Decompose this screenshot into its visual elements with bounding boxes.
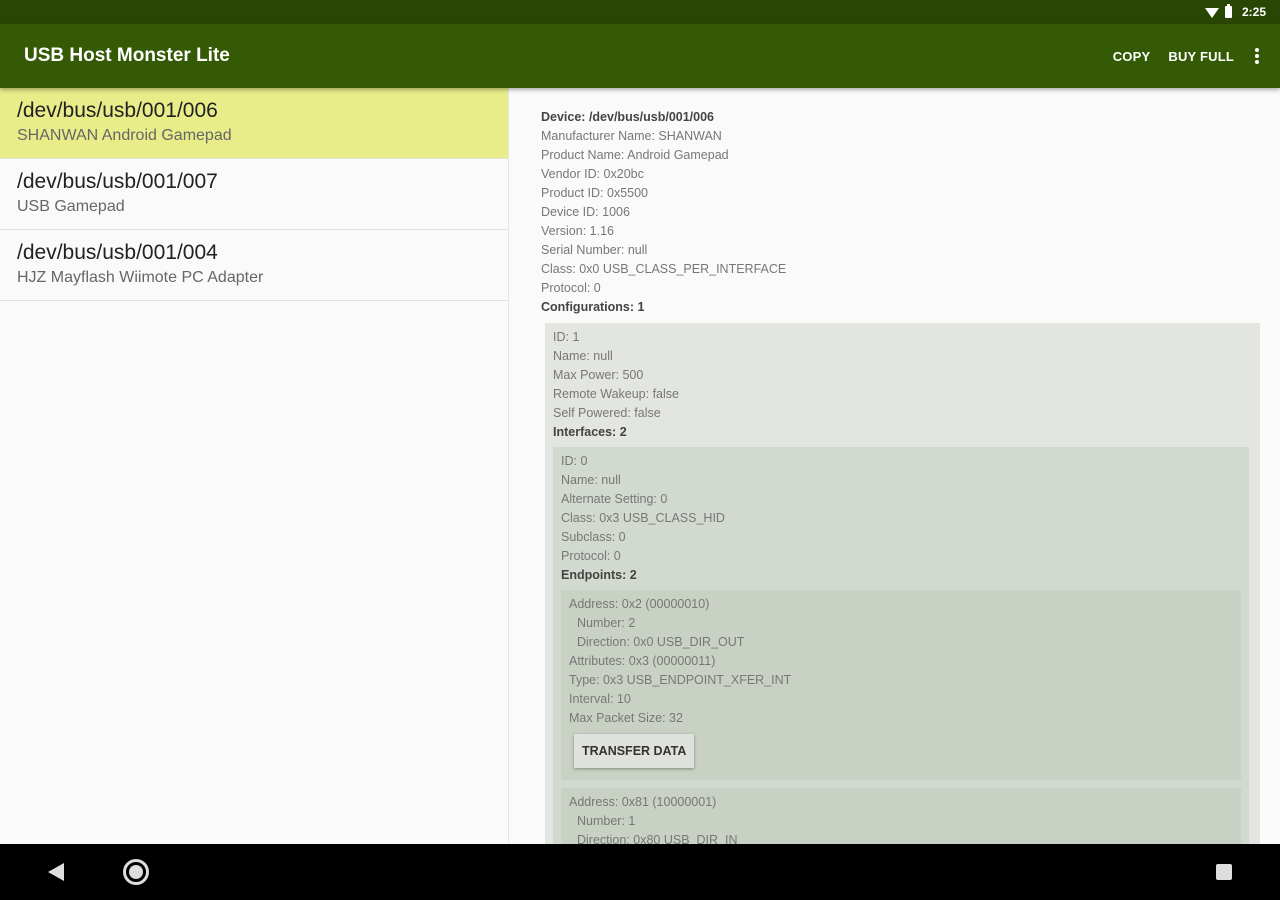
app-root: 2:25 USB Host Monster Lite COPY BUY FULL… xyxy=(0,0,1280,900)
device-name: HJZ Mayflash Wiimote PC Adapter xyxy=(17,269,264,286)
config-name: Name: null xyxy=(553,349,613,363)
detail-configurations: Configurations: 1 xyxy=(541,300,645,314)
ep-max-packet-size: Max Packet Size: 32 xyxy=(569,711,683,725)
ep-number: Number: 1 xyxy=(577,814,636,828)
iface-name: Name: null xyxy=(561,473,621,487)
detail-device-id: Device ID: 1006 xyxy=(541,205,630,219)
ep-attributes: Attributes: 0x3 (00000011) xyxy=(569,654,716,668)
detail-product-id: Product ID: 0x5500 xyxy=(541,186,649,200)
transfer-data-button[interactable]: TRANSFER DATA xyxy=(574,734,695,768)
detail-class: Class: 0x0 USB_CLASS_PER_INTERFACE xyxy=(541,262,787,276)
app-toolbar: USB Host Monster Lite COPY BUY FULL xyxy=(0,24,1280,88)
buy-full-button[interactable]: BUY FULL xyxy=(1168,49,1234,64)
device-list: /dev/bus/usb/001/006 SHANWAN Android Gam… xyxy=(0,88,509,844)
status-clock: 2:25 xyxy=(1241,5,1266,19)
iface-alternate-setting: Alternate Setting: 0 xyxy=(561,492,668,506)
device-list-item[interactable]: /dev/bus/usb/001/007 USB Gamepad xyxy=(0,159,508,230)
app-title: USB Host Monster Lite xyxy=(24,45,230,66)
detail-version: Version: 1.16 xyxy=(541,224,614,238)
ep-type: Type: 0x3 USB_ENDPOINT_XFER_INT xyxy=(569,673,792,687)
config-interfaces: Interfaces: 2 xyxy=(553,425,627,439)
detail-manufacturer: Manufacturer Name: SHANWAN xyxy=(541,129,722,143)
ep-direction: Direction: 0x0 USB_DIR_OUT xyxy=(577,635,745,649)
ep-address: Address: 0x81 (10000001) xyxy=(569,795,717,809)
device-name: SHANWAN Android Gamepad xyxy=(17,127,232,144)
status-bar: 2:25 xyxy=(0,0,1280,24)
device-list-item[interactable]: /dev/bus/usb/001/004 HJZ Mayflash Wiimot… xyxy=(0,230,508,301)
device-details-panel[interactable]: Device: /dev/bus/usb/001/006 Manufacture… xyxy=(509,88,1280,844)
iface-subclass: Subclass: 0 xyxy=(561,530,626,544)
config-id: ID: 1 xyxy=(553,330,580,344)
detail-protocol: Protocol: 0 xyxy=(541,281,601,295)
ep-address: Address: 0x2 (00000010) xyxy=(569,597,710,611)
device-path: /dev/bus/usb/001/006 xyxy=(17,99,218,122)
battery-icon xyxy=(1224,4,1232,18)
interface-block: ID: 0 Name: null Alternate Setting: 0 Cl… xyxy=(553,447,1249,844)
detail-product-name: Product Name: Android Gamepad xyxy=(541,148,729,162)
detail-device: Device: /dev/bus/usb/001/006 xyxy=(541,110,715,124)
navigation-bar xyxy=(0,844,1280,900)
more-vert-icon[interactable] xyxy=(1250,46,1264,66)
iface-id: ID: 0 xyxy=(561,454,588,468)
detail-vendor-id: Vendor ID: 0x20bc xyxy=(541,167,644,181)
iface-endpoints: Endpoints: 2 xyxy=(561,568,637,582)
device-path: /dev/bus/usb/001/007 xyxy=(17,170,218,193)
device-name: USB Gamepad xyxy=(17,198,125,215)
ep-number: Number: 2 xyxy=(577,616,636,630)
iface-class: Class: 0x3 USB_CLASS_HID xyxy=(561,511,725,525)
wifi-icon xyxy=(1204,8,1219,18)
config-max-power: Max Power: 500 xyxy=(553,368,644,382)
home-icon[interactable] xyxy=(123,859,149,885)
device-path: /dev/bus/usb/001/004 xyxy=(17,241,218,264)
ep-direction: Direction: 0x80 USB_DIR_IN xyxy=(577,833,738,844)
recents-icon[interactable] xyxy=(1216,864,1232,880)
endpoint-block: Address: 0x81 (10000001) Number: 1 Direc… xyxy=(561,788,1241,844)
detail-serial: Serial Number: null xyxy=(541,243,648,257)
copy-button[interactable]: COPY xyxy=(1113,49,1151,64)
device-list-item[interactable]: /dev/bus/usb/001/006 SHANWAN Android Gam… xyxy=(0,88,508,159)
endpoint-block: Address: 0x2 (00000010) Number: 2 Direct… xyxy=(561,590,1241,780)
configuration-block: ID: 1 Name: null Max Power: 500 Remote W… xyxy=(545,323,1260,844)
back-icon[interactable] xyxy=(48,863,64,881)
config-self-powered: Self Powered: false xyxy=(553,406,661,420)
iface-protocol: Protocol: 0 xyxy=(561,549,621,563)
ep-interval: Interval: 10 xyxy=(569,692,631,706)
config-remote-wakeup: Remote Wakeup: false xyxy=(553,387,679,401)
